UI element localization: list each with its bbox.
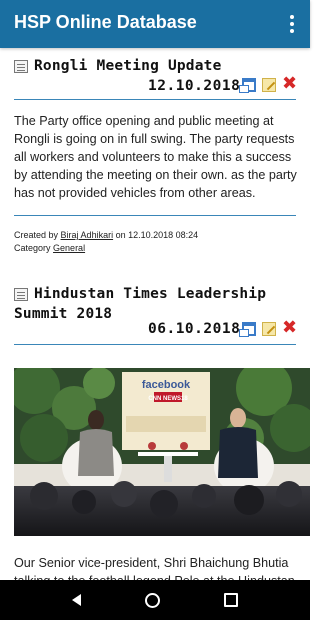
system-nav-bar bbox=[0, 580, 310, 620]
app-bar: HSP Online Database bbox=[0, 0, 310, 48]
window-icon[interactable] bbox=[239, 78, 256, 93]
document-icon bbox=[14, 288, 28, 301]
photo-backdrop-text: facebook bbox=[142, 379, 191, 391]
overflow-menu-icon[interactable] bbox=[282, 12, 302, 36]
app-title: HSP Online Database bbox=[14, 12, 197, 32]
post-photo[interactable]: facebook CNN NEWS18 bbox=[14, 368, 310, 536]
divider bbox=[14, 99, 296, 100]
delete-icon[interactable]: ✖ bbox=[282, 319, 297, 337]
post-title-line2[interactable]: Summit 2018 bbox=[14, 304, 112, 324]
back-icon[interactable] bbox=[72, 594, 81, 606]
photo-logo-text: CNN NEWS18 bbox=[148, 396, 188, 402]
category-label: Category bbox=[14, 242, 51, 253]
post-body: Our Senior vice-president, Shri Bhaichun… bbox=[14, 556, 295, 580]
edit-icon[interactable] bbox=[262, 78, 276, 92]
category-link[interactable]: General bbox=[53, 243, 85, 253]
created-prefix: Created by bbox=[14, 230, 59, 240]
post-body: The Party office opening and public meet… bbox=[14, 114, 297, 200]
window-icon[interactable] bbox=[239, 322, 256, 337]
post-list[interactable]: Rongli Meeting Update 12.10.2018 ✖ The P… bbox=[0, 48, 310, 580]
divider bbox=[14, 215, 296, 216]
home-icon[interactable] bbox=[145, 592, 160, 608]
post-title[interactable]: Hindustan Times Leadership bbox=[34, 284, 266, 304]
delete-icon[interactable]: ✖ bbox=[282, 75, 297, 93]
document-icon bbox=[14, 60, 28, 73]
post-date: 12.10.2018 bbox=[148, 78, 241, 94]
post-meta: Created by Biraj Adhikari on 12.10.2018 … bbox=[14, 229, 198, 254]
post-title[interactable]: Rongli Meeting Update bbox=[34, 56, 222, 76]
created-on: on 12.10.2018 08:24 bbox=[115, 230, 199, 240]
divider bbox=[14, 344, 296, 345]
post-date: 06.10.2018 bbox=[148, 321, 241, 337]
recent-apps-icon[interactable] bbox=[224, 593, 238, 607]
event-photo-image: facebook CNN NEWS18 bbox=[14, 368, 310, 536]
author-link[interactable]: Biraj Adhikari bbox=[61, 230, 114, 240]
edit-icon[interactable] bbox=[262, 322, 276, 336]
